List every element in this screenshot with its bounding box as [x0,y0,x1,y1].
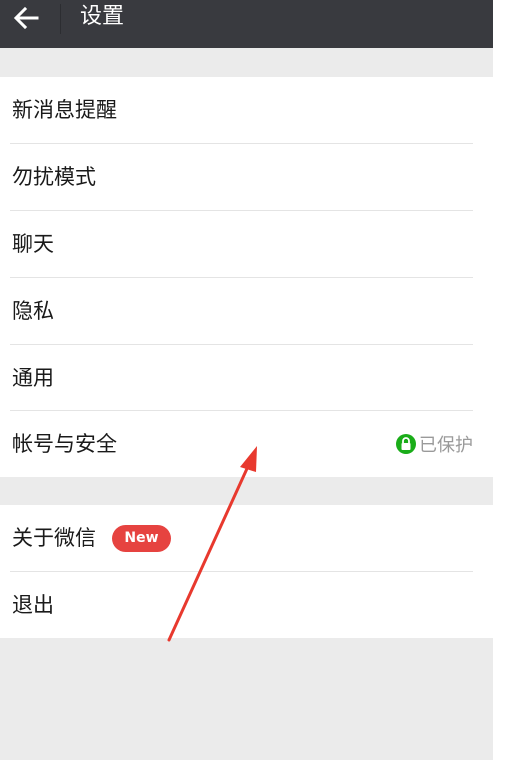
settings-item-about-wechat[interactable]: 关于微信 New [0,505,493,571]
settings-item-label: 帐号与安全 [12,432,117,456]
settings-item-general[interactable]: 通用 [0,345,493,411]
settings-group-main: 新消息提醒 勿扰模式 聊天 隐私 通用 帐号与安全 已保护 [0,77,493,477]
settings-item-label: 隐私 [12,299,54,323]
lock-icon [396,434,416,454]
settings-item-label: 关于微信 [12,526,96,550]
settings-item-label: 新消息提醒 [12,98,117,122]
settings-item-label: 聊天 [12,232,54,256]
arrow-left-icon [13,6,39,30]
settings-item-privacy[interactable]: 隐私 [0,278,493,344]
back-button[interactable] [0,0,58,38]
settings-item-label: 勿扰模式 [12,165,96,189]
page-title: 设置 [80,4,125,29]
settings-group-secondary: 关于微信 New 退出 [0,505,493,638]
settings-item-account-security[interactable]: 帐号与安全 已保护 [0,411,493,477]
title-divider [60,4,61,34]
settings-item-chat[interactable]: 聊天 [0,211,493,277]
settings-item-label: 退出 [12,593,54,617]
settings-screen: 设置 新消息提醒 勿扰模式 聊天 隐私 通用 帐号与安全 已保护 关于微信 Ne… [0,0,493,760]
settings-item-log-out[interactable]: 退出 [0,572,493,638]
settings-item-do-not-disturb[interactable]: 勿扰模式 [0,144,493,210]
title-bar: 设置 [0,0,493,48]
settings-item-label: 通用 [12,366,54,390]
settings-item-new-message-alerts[interactable]: 新消息提醒 [0,77,493,143]
right-margin [493,0,515,760]
new-badge: New [112,525,171,552]
security-status-text: 已保护 [419,435,473,456]
security-status: 已保护 [396,411,473,477]
